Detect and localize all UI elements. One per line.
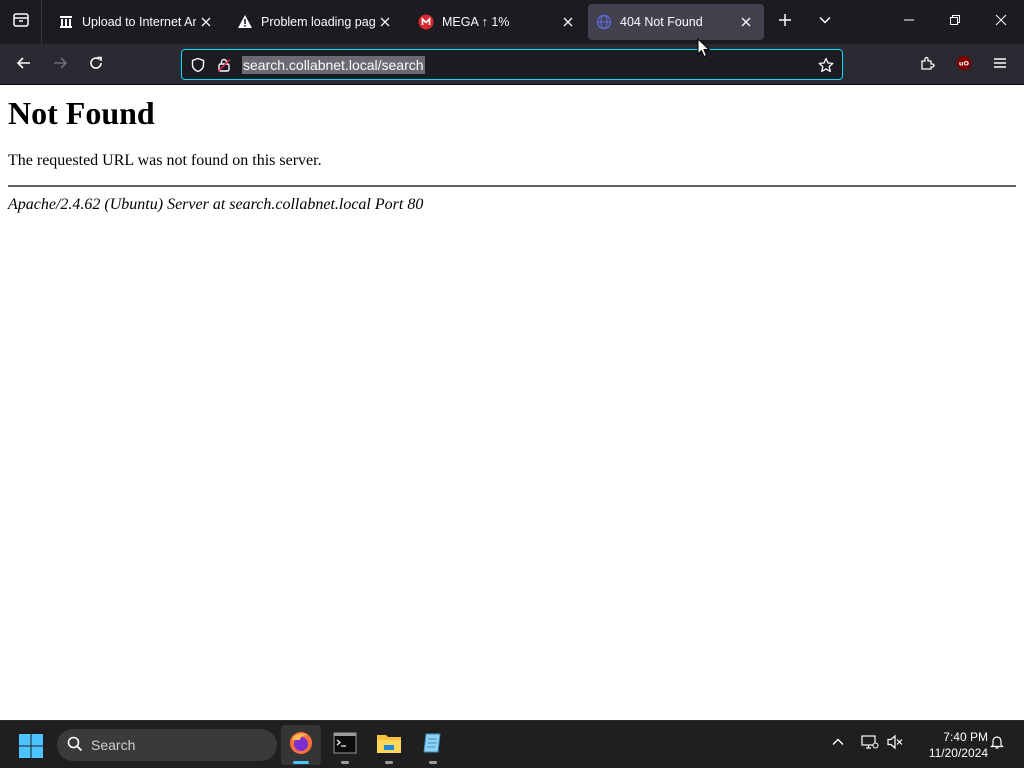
divider	[8, 185, 1016, 187]
mouse-cursor-icon	[697, 37, 711, 58]
firefox-view-button[interactable]	[0, 0, 42, 44]
archive-icon	[58, 14, 74, 30]
chevron-down-icon	[818, 13, 832, 32]
tab-close-button[interactable]	[375, 12, 395, 32]
running-indicator	[429, 761, 437, 764]
taskbar-app-terminal[interactable]	[325, 725, 365, 765]
error-message: The requested URL was not found on this …	[8, 152, 322, 169]
close-window-button[interactable]	[978, 0, 1024, 44]
tab-close-button[interactable]	[196, 12, 216, 32]
list-all-tabs-button[interactable]	[811, 8, 839, 36]
running-indicator	[385, 761, 393, 764]
app-menu-button[interactable]	[985, 50, 1015, 80]
new-tab-button[interactable]	[771, 8, 799, 36]
taskbar-app-firefox[interactable]	[281, 725, 321, 765]
mega-icon	[418, 14, 434, 30]
firefox-view-icon	[12, 11, 30, 34]
tab-title: 404 Not Found	[620, 15, 703, 29]
back-button[interactable]	[9, 50, 39, 80]
volume-button[interactable]	[884, 733, 906, 755]
shield-icon[interactable]	[189, 56, 207, 74]
file-explorer-icon	[376, 732, 402, 759]
notepad-icon	[421, 731, 445, 760]
running-indicator	[293, 761, 309, 764]
tab-problem-loading[interactable]: Problem loading page	[229, 4, 399, 40]
lock-icon[interactable]	[215, 56, 233, 74]
server-signature: Apache/2.4.62 (Ubuntu) Server at search.…	[8, 196, 424, 213]
forward-button[interactable]	[45, 50, 75, 80]
svg-text:uO: uO	[959, 59, 970, 67]
tab-mega[interactable]: MEGA ↑ 1%	[410, 4, 582, 40]
tab-title: MEGA ↑ 1%	[442, 15, 510, 29]
clock-time: 7:40 PM	[943, 730, 988, 744]
windows-logo-icon	[18, 734, 44, 763]
taskbar-app-file-explorer[interactable]	[369, 725, 409, 765]
tab-close-button[interactable]	[558, 12, 578, 32]
network-status-button[interactable]	[859, 733, 881, 755]
extensions-button[interactable]	[913, 50, 943, 80]
address-bar[interactable]: search.collabnet.local/search	[181, 49, 843, 80]
hamburger-menu-icon	[992, 55, 1008, 76]
puzzle-icon	[920, 55, 936, 76]
terminal-icon	[333, 732, 357, 759]
clock-date: 11/20/2024	[928, 746, 988, 760]
url-text[interactable]: search.collabnet.local/search	[242, 56, 425, 74]
minimize-button[interactable]	[886, 0, 932, 44]
page-title: Not Found	[8, 95, 155, 131]
speaker-muted-icon	[886, 734, 904, 755]
close-icon	[995, 13, 1007, 31]
plus-icon	[778, 13, 792, 32]
tab-close-button[interactable]	[736, 12, 756, 32]
globe-icon	[596, 14, 612, 30]
tab-strip: Upload to Internet Archive Problem loadi…	[0, 0, 1024, 44]
taskbar-search[interactable]: Search	[57, 729, 277, 761]
taskbar-app-notepad[interactable]	[413, 725, 453, 765]
bell-icon	[989, 734, 1005, 755]
chevron-up-icon	[831, 735, 845, 754]
start-button[interactable]	[18, 733, 44, 759]
taskbar: Search 7:40 PM 11/20/2024	[0, 720, 1024, 768]
reload-button[interactable]	[81, 50, 111, 80]
arrow-right-icon	[52, 55, 68, 76]
tab-404-not-found[interactable]: 404 Not Found	[588, 4, 764, 40]
page-content: Not Found The requested URL was not foun…	[0, 85, 1024, 720]
minimize-icon	[903, 13, 915, 31]
running-indicator	[341, 761, 349, 764]
warning-icon	[237, 14, 253, 30]
tab-title: Problem loading page	[261, 15, 375, 29]
restore-button[interactable]	[932, 0, 978, 44]
notifications-button[interactable]	[986, 733, 1008, 755]
search-icon	[67, 736, 91, 755]
bookmark-star-icon[interactable]	[817, 56, 835, 74]
firefox-icon	[288, 730, 314, 761]
navigation-toolbar: search.collabnet.local/search uO	[0, 44, 1024, 85]
reload-icon	[88, 55, 104, 76]
ublock-origin-button[interactable]: uO	[949, 50, 979, 80]
arrow-left-icon	[16, 55, 32, 76]
search-label: Search	[91, 737, 136, 753]
restore-icon	[949, 13, 961, 31]
ublock-icon: uO	[956, 55, 972, 76]
network-disconnected-icon	[861, 734, 879, 755]
tab-title: Upload to Internet Archive	[82, 15, 196, 29]
tab-upload-archive[interactable]: Upload to Internet Archive	[50, 4, 220, 40]
show-hidden-icons-button[interactable]	[827, 733, 849, 755]
system-clock[interactable]: 7:40 PM 11/20/2024	[912, 729, 988, 761]
